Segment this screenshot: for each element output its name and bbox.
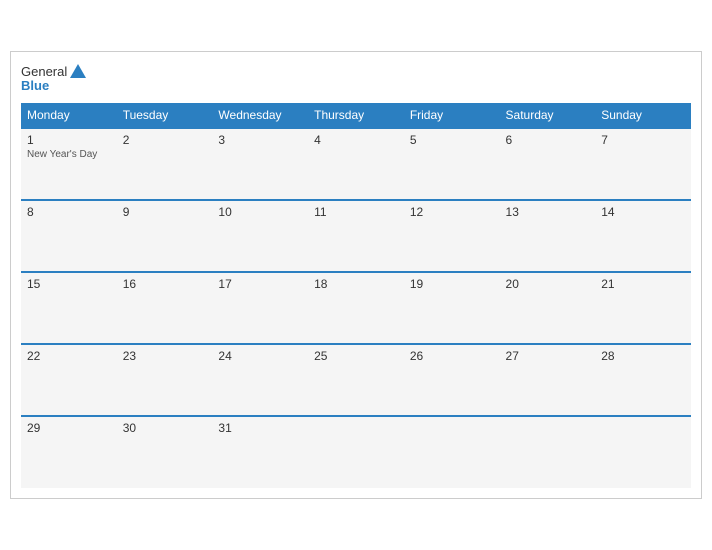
calendar-cell: 25 [308,344,404,416]
day-number: 25 [314,349,398,363]
calendar-cell: 3 [212,128,308,200]
day-number: 19 [410,277,494,291]
days-header-row: MondayTuesdayWednesdayThursdayFridaySatu… [21,103,691,128]
calendar-cell: 14 [595,200,691,272]
calendar-cell [595,416,691,488]
day-number: 6 [506,133,590,147]
calendar-cell: 23 [117,344,213,416]
week-row-4: 22 23 24 25 26 27 28 [21,344,691,416]
calendar-cell: 7 [595,128,691,200]
day-number: 20 [506,277,590,291]
calendar-cell: 28 [595,344,691,416]
day-number: 15 [27,277,111,291]
day-number: 13 [506,205,590,219]
day-number: 9 [123,205,207,219]
week-row-2: 89 10 11 12 13 14 [21,200,691,272]
day-number: 11 [314,205,398,219]
day-number: 7 [601,133,685,147]
calendar-cell: 22 [21,344,117,416]
day-number: 5 [410,133,494,147]
calendar-cell: 26 [404,344,500,416]
calendar-cell: 13 [500,200,596,272]
day-number: 2 [123,133,207,147]
calendar-cell: 2 [117,128,213,200]
day-number: 16 [123,277,207,291]
calendar-cell: 8 [21,200,117,272]
day-number: 30 [123,421,207,435]
day-number: 22 [27,349,111,363]
day-header-tuesday: Tuesday [117,103,213,128]
calendar-cell: 9 [117,200,213,272]
day-number: 27 [506,349,590,363]
calendar-cell [308,416,404,488]
calendar-cell: 21 [595,272,691,344]
day-number: 3 [218,133,302,147]
calendar-cell: 6 [500,128,596,200]
calendar-cell: 15 [21,272,117,344]
calendar-cell: 18 [308,272,404,344]
day-header-friday: Friday [404,103,500,128]
calendar-cell: 20 [500,272,596,344]
calendar-cell: 5 [404,128,500,200]
calendar-cell: 11 [308,200,404,272]
calendar-thead: MondayTuesdayWednesdayThursdayFridaySatu… [21,103,691,128]
calendar-cell: 17 [212,272,308,344]
calendar-cell: 24 [212,344,308,416]
calendar-cell: 29 [21,416,117,488]
calendar-cell: 27 [500,344,596,416]
calendar-cell [500,416,596,488]
calendar-cell [404,416,500,488]
week-row-1: 1 New Year's Day 234567 [21,128,691,200]
calendar-cell: 30 [117,416,213,488]
day-number: 18 [314,277,398,291]
day-number: 14 [601,205,685,219]
calendar-cell: 10 [212,200,308,272]
day-number: 28 [601,349,685,363]
day-number: 17 [218,277,302,291]
day-header-sunday: Sunday [595,103,691,128]
day-number: 26 [410,349,494,363]
week-row-3: 15 16 17 18 19 20 21 [21,272,691,344]
calendar-header: General Blue [21,62,691,93]
day-number: 10 [218,205,302,219]
day-number: 4 [314,133,398,147]
day-number: 31 [218,421,302,435]
calendar-cell: 12 [404,200,500,272]
day-number: 24 [218,349,302,363]
day-number: 23 [123,349,207,363]
day-header-wednesday: Wednesday [212,103,308,128]
calendar-cell: 16 [117,272,213,344]
day-header-monday: Monday [21,103,117,128]
calendar-tbody: 1New Year's Day2345678910111213141516171… [21,128,691,488]
day-header-saturday: Saturday [500,103,596,128]
day-number: 21 [601,277,685,291]
logo-blue-text: Blue [21,78,49,93]
calendar-cell: 1 New Year's Day [21,128,117,200]
logo-area: General Blue [21,62,87,93]
day-number: 8 [27,205,111,219]
calendar-cell: 4 [308,128,404,200]
logo-flag-icon [69,62,87,80]
week-row-5: 29 30 31 [21,416,691,488]
day-header-thursday: Thursday [308,103,404,128]
logo-general-text: General [21,64,67,79]
calendar-cell: 31 [212,416,308,488]
day-number: 1 [27,133,111,147]
calendar-cell: 19 [404,272,500,344]
calendar-container: General Blue MondayTuesdayWednesdayThurs… [10,51,702,499]
calendar-table: MondayTuesdayWednesdayThursdayFridaySatu… [21,103,691,488]
day-number: 12 [410,205,494,219]
day-number: 29 [27,421,111,435]
holiday-label: New Year's Day [27,149,111,160]
